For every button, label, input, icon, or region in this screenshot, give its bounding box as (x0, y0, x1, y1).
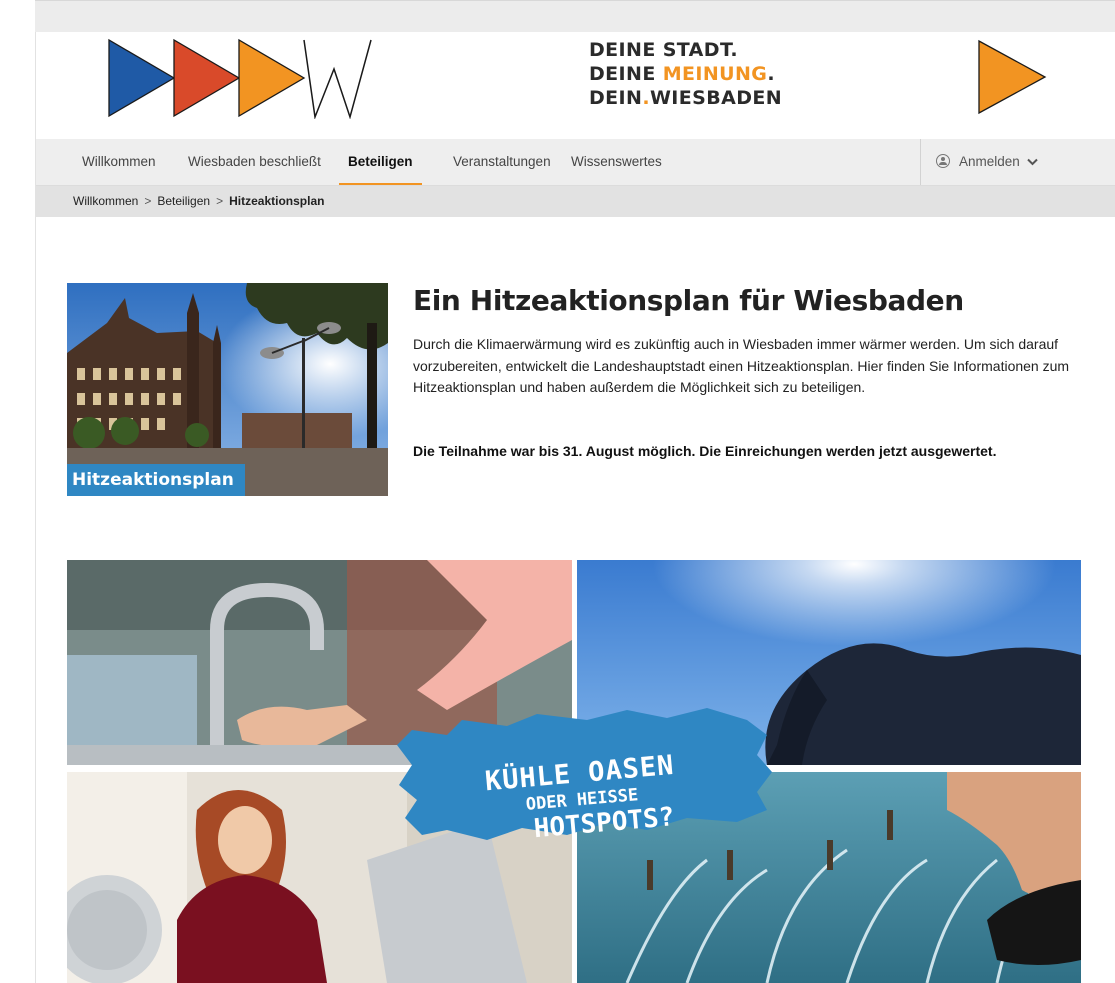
login-button[interactable]: Anmelden (936, 139, 1038, 185)
intro-image-label: Hitzeaktionsplan (67, 464, 245, 496)
nav-item-willkommen[interactable]: Willkommen (73, 139, 165, 185)
slogan: DEINE STADT. DEINE MEINUNG. DEIN.WIESBAD… (589, 38, 782, 110)
breadcrumb-link-willkommen[interactable]: Willkommen (73, 194, 138, 208)
nav-item-wissenswertes[interactable]: Wissenswertes (562, 139, 671, 185)
slogan-line-3: DEIN.WIESBADEN (589, 87, 783, 109)
nav-item-beteiligen[interactable]: Beteiligen (339, 139, 422, 185)
intro-image[interactable]: Hitzeaktionsplan (67, 283, 388, 496)
slogan-line-2: DEINE MEINUNG. (589, 63, 775, 85)
slogan-line-1: DEINE STADT. (589, 39, 739, 61)
breadcrumb-separator: > (144, 194, 152, 208)
browser-top-bar (35, 0, 1115, 33)
breadcrumb: Willkommen > Beteiligen > Hitzeaktionsplan (36, 186, 1115, 217)
nav-item-wiesbaden-beschliesst[interactable]: Wiesbaden beschließt (179, 139, 330, 185)
logo-blue-triangle (108, 38, 176, 118)
logo[interactable] (106, 37, 376, 119)
page: DEINE STADT. DEINE MEINUNG. DEIN.WIESBAD… (35, 32, 1115, 983)
logo-orange-triangle (238, 38, 306, 118)
user-circle-icon (936, 154, 950, 168)
page-title: Ein Hitzeaktionsplan für Wiesbaden (413, 284, 964, 317)
nav-item-veranstaltungen[interactable]: Veranstaltungen (444, 139, 560, 185)
play-triangle-icon[interactable] (976, 38, 1048, 116)
breadcrumb-separator: > (216, 194, 224, 208)
main-nav: Willkommen Wiesbaden beschließt Beteilig… (36, 139, 1115, 186)
participation-note: Die Teilnahme war bis 31. August möglich… (413, 443, 997, 459)
logo-w-mark (303, 39, 372, 119)
hero-collage: KÜHLE OASEN ODER HEISSE HOTSPOTS? (67, 560, 1081, 983)
intro-text: Durch die Klimaerwärmung wird es zukünft… (413, 336, 1070, 395)
nav-divider (920, 139, 921, 185)
breadcrumb-link-beteiligen[interactable]: Beteiligen (157, 194, 210, 208)
breadcrumb-current: Hitzeaktionsplan (229, 194, 325, 208)
login-label: Anmelden (959, 154, 1020, 169)
logo-red-triangle (173, 38, 241, 118)
chevron-down-icon (1027, 158, 1038, 166)
